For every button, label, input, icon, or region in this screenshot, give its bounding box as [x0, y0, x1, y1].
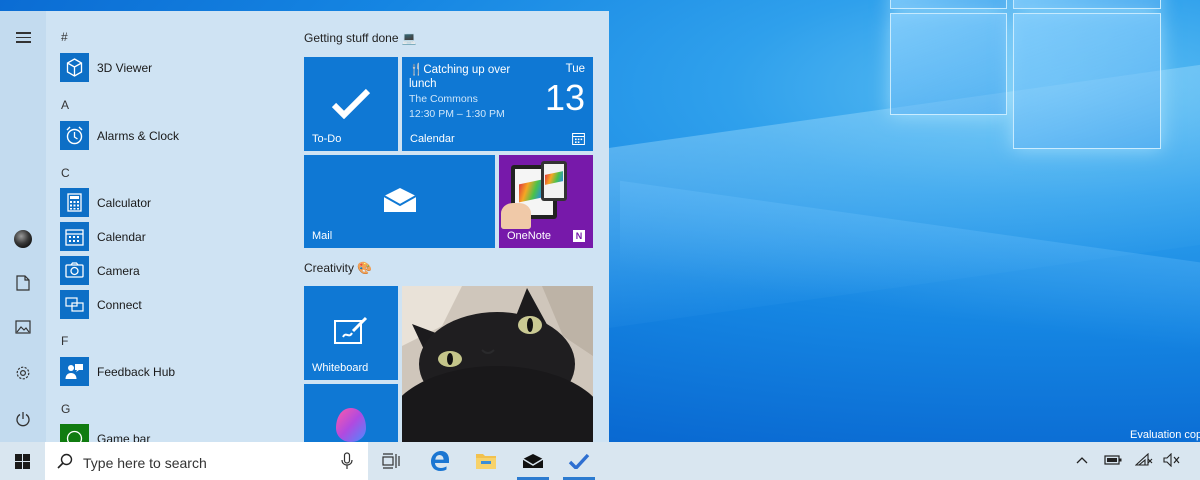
settings-gear-icon[interactable]	[13, 365, 33, 385]
taskbar-search-box[interactable]: Type here to search	[45, 442, 368, 480]
tile-onenote[interactable]: OneNote N	[499, 155, 593, 248]
app-item-calendar[interactable]: Calendar	[60, 222, 290, 252]
app-label: Camera	[97, 264, 140, 278]
calendar-event-location: The Commons	[409, 93, 478, 105]
connect-icon	[60, 290, 89, 319]
calendar-event-time: 12:30 PM – 1:30 PM	[409, 108, 505, 120]
app-item-game-bar[interactable]: Game bar	[60, 424, 290, 442]
tile-paint-3d[interactable]	[304, 384, 398, 442]
cube-icon	[60, 53, 89, 82]
tile-whiteboard[interactable]: Whiteboard	[304, 286, 398, 380]
app-label: Calendar	[97, 230, 146, 244]
power-icon[interactable]	[13, 411, 33, 431]
search-icon	[57, 453, 73, 469]
calendar-badge-icon	[572, 133, 585, 145]
calculator-icon	[60, 188, 89, 217]
xbox-icon	[60, 424, 89, 442]
whiteboard-icon	[334, 316, 368, 344]
taskbar: Type here to search	[0, 442, 1200, 480]
section-header-f[interactable]: F	[61, 334, 68, 348]
mail-envelope-icon	[522, 454, 544, 468]
group-title-creativity[interactable]: Creativity 🎨	[304, 261, 372, 275]
tile-label: OneNote	[507, 230, 552, 242]
edge-browser-icon	[431, 451, 449, 471]
taskbar-app-mail[interactable]	[512, 442, 554, 480]
alarm-clock-icon	[60, 121, 89, 150]
section-header-g[interactable]: G	[61, 402, 70, 416]
tile-photos[interactable]	[402, 286, 593, 442]
search-placeholder: Type here to search	[83, 455, 207, 471]
app-item-3d-viewer[interactable]: 3D Viewer	[60, 53, 290, 83]
app-label: Game bar	[97, 432, 151, 442]
checkmark-icon	[331, 88, 371, 119]
onenote-badge-icon: N	[573, 230, 585, 242]
app-label: Feedback Hub	[97, 365, 176, 379]
group-title-getting-stuff-done[interactable]: Getting stuff done 💻	[304, 31, 417, 45]
tile-label: Calendar	[410, 133, 455, 145]
show-hidden-icons-chevron-up-icon[interactable]	[1075, 453, 1089, 470]
calendar-day: Tue	[565, 63, 585, 75]
microphone-icon[interactable]	[341, 452, 353, 470]
calendar-date: 13	[544, 77, 585, 118]
tile-label: To-Do	[312, 133, 342, 145]
section-header-hash[interactable]: #	[61, 30, 68, 44]
feedback-icon	[60, 357, 89, 386]
app-label: Connect	[97, 298, 142, 312]
windows-logo-wallpaper	[886, 0, 1166, 152]
start-button[interactable]	[0, 442, 45, 480]
evaluation-watermark: Evaluation cop	[1130, 429, 1200, 441]
pictures-icon[interactable]	[13, 320, 33, 340]
user-avatar[interactable]	[14, 230, 32, 248]
app-label: 3D Viewer	[97, 61, 153, 75]
task-view-icon	[382, 453, 400, 469]
network-wifi-icon[interactable]	[1134, 452, 1153, 470]
taskbar-app-todo[interactable]	[558, 442, 600, 480]
onenote-device-illustration	[501, 159, 567, 229]
section-header-a[interactable]: A	[61, 98, 69, 112]
battery-icon[interactable]	[1103, 453, 1123, 470]
tile-calendar[interactable]: 🍴Catching up over lunch The Commons 12:3…	[402, 57, 593, 151]
start-rail	[0, 11, 46, 442]
camera-icon	[60, 256, 89, 285]
tile-todo[interactable]: To-Do	[304, 57, 398, 151]
taskbar-app-edge[interactable]	[418, 442, 460, 480]
paint-3d-icon	[336, 408, 366, 442]
taskbar-app-file-explorer[interactable]	[465, 442, 507, 480]
tile-mail[interactable]: Mail	[304, 155, 495, 248]
app-item-feedback-hub[interactable]: Feedback Hub	[60, 357, 290, 387]
documents-icon[interactable]	[13, 275, 33, 295]
hamburger-menu-icon[interactable]	[13, 29, 33, 49]
folder-icon	[476, 454, 496, 469]
app-item-camera[interactable]: Camera	[60, 256, 290, 286]
checkmark-icon	[568, 453, 590, 469]
mail-envelope-icon	[383, 188, 417, 212]
section-header-c[interactable]: C	[61, 166, 70, 180]
calendar-icon	[60, 222, 89, 251]
calendar-event-title: 🍴Catching up over lunch	[409, 64, 511, 90]
cat-photo	[402, 286, 593, 442]
app-label: Calculator	[97, 196, 152, 210]
app-label: Alarms & Clock	[97, 129, 180, 143]
app-item-alarms-clock[interactable]: Alarms & Clock	[60, 121, 290, 151]
windows-start-icon	[15, 454, 30, 469]
volume-muted-icon[interactable]	[1163, 452, 1181, 470]
tile-label: Mail	[312, 230, 333, 242]
tile-label: Whiteboard	[312, 362, 369, 374]
app-item-calculator[interactable]: Calculator	[60, 188, 290, 218]
app-list: # 3D Viewer A Alarms & Clock C Calculato…	[46, 11, 296, 442]
app-item-connect[interactable]: Connect	[60, 290, 290, 320]
task-view-button[interactable]	[370, 442, 412, 480]
